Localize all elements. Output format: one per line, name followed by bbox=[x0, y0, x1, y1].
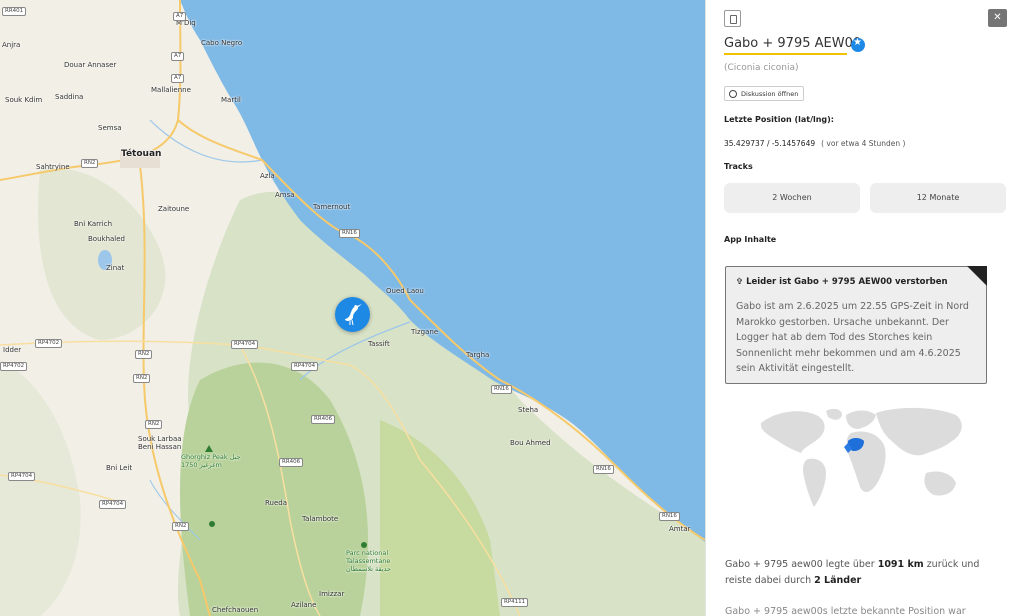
place-label: Idder bbox=[3, 346, 22, 354]
place-label: Douar Annaser bbox=[64, 61, 117, 69]
road-shield: RN2 bbox=[135, 350, 153, 359]
place-label: Bni Karrich bbox=[74, 220, 113, 228]
world-map-countries bbox=[760, 407, 962, 507]
road-shield: RN2 bbox=[133, 374, 151, 383]
park-tree-icon bbox=[209, 521, 215, 527]
app-content-heading: App Inhalte bbox=[724, 235, 777, 244]
road-shield: RP4704 bbox=[99, 500, 127, 509]
place-label: Cabo Negro bbox=[201, 39, 243, 47]
place-label: Bou Ahmed bbox=[510, 439, 551, 447]
road-shield: RR401 bbox=[2, 7, 27, 16]
road-shield: RP4704 bbox=[231, 340, 259, 349]
place-label: Sahtryine bbox=[36, 163, 70, 171]
place-label: Mallalienne bbox=[151, 86, 191, 94]
track-2-weeks-button[interactable]: 2 Wochen bbox=[724, 183, 860, 213]
place-label: Bni Leit bbox=[106, 464, 133, 472]
road-shield: RP4702 bbox=[35, 339, 63, 348]
open-discussion-label: Diskussion öffnen bbox=[741, 90, 799, 98]
road-shield: RP4704 bbox=[291, 362, 319, 371]
deceased-body: Gabo ist am 2.6.2025 um 22.55 GPS-Zeit i… bbox=[736, 301, 969, 374]
tracks-heading: Tracks bbox=[724, 162, 753, 171]
place-label: Zaitoune bbox=[158, 205, 190, 213]
track-12-months-button[interactable]: 12 Monate bbox=[870, 183, 1006, 213]
summary-prefix: Gabo + 9795 aew00 legte über bbox=[725, 559, 878, 570]
place-label: Amsa bbox=[275, 191, 295, 199]
deceased-heading: ✞ Leider ist Gabo + 9795 AEW00 verstorbe… bbox=[736, 277, 948, 287]
road-shield: A7 bbox=[171, 52, 185, 61]
road-shield: RN16 bbox=[491, 385, 512, 394]
road-shield: RN16 bbox=[339, 229, 360, 238]
copy-icon[interactable] bbox=[724, 10, 741, 27]
road-shield: RP4111 bbox=[501, 598, 529, 607]
title-highlight bbox=[724, 53, 847, 55]
map-view[interactable]: Anjra M'Diq Cabo Negro Douar Annaser Mallali… bbox=[0, 0, 705, 616]
place-label: Rueda bbox=[265, 499, 288, 507]
journey-summary: Gabo + 9795 aew00 legte über 1091 km zur… bbox=[725, 557, 995, 589]
stork-icon bbox=[345, 304, 362, 326]
road-shield: A7 bbox=[171, 74, 185, 83]
park-tree-icon bbox=[361, 542, 367, 548]
place-label: Souk Larbaa Beni Hassan bbox=[138, 435, 182, 451]
place-label: Martil bbox=[221, 96, 241, 104]
summary-distance: 1091 km bbox=[877, 559, 924, 570]
last-position-heading: Letzte Position (lat/lng): bbox=[724, 115, 835, 124]
road-shield: RR406 bbox=[279, 458, 304, 467]
place-label: Chefchaouen bbox=[212, 606, 259, 614]
animal-detail-panel: ✕ Gabo + 9795 AEW00 (Ciconia ciconia) Di… bbox=[705, 0, 1024, 616]
road-shield: RP4704 bbox=[8, 472, 36, 481]
place-label: Tizgane bbox=[411, 328, 439, 336]
place-label: Azilane bbox=[291, 601, 317, 609]
place-label: Parc national Talassemtane حديقة تلاسمطا… bbox=[346, 549, 392, 573]
coords-value: 35.429737 / -5.1457649 bbox=[724, 139, 816, 148]
deceased-notice: ✞ Leider ist Gabo + 9795 AEW00 verstorbe… bbox=[725, 266, 987, 384]
last-known-position-text: Gabo + 9795 aew00s letzte bekannte Posit… bbox=[725, 606, 966, 616]
place-label: Souk Kdim bbox=[5, 96, 43, 104]
scientific-name: (Ciconia ciconia) bbox=[724, 63, 799, 73]
place-label: Tassift bbox=[368, 340, 390, 348]
road-shield: RR406 bbox=[311, 415, 336, 424]
place-label: Amtar bbox=[669, 525, 691, 533]
place-label: Ghorghiz Peak جبل غرغيز 1750m bbox=[181, 453, 241, 469]
animal-title: Gabo + 9795 AEW00 bbox=[724, 36, 862, 51]
place-label: Azla bbox=[260, 172, 275, 180]
mourning-ribbon-icon bbox=[967, 266, 987, 286]
place-label: Oued Laou bbox=[386, 287, 424, 295]
place-label: Stehа bbox=[518, 406, 539, 414]
road-shield: RN2 bbox=[172, 522, 190, 531]
stork-location-marker[interactable] bbox=[335, 297, 370, 332]
place-label: Saddina bbox=[55, 93, 84, 101]
mountain-peak-icon bbox=[205, 445, 213, 452]
road-shield: A7 bbox=[173, 12, 187, 21]
place-label: Targha bbox=[466, 351, 490, 359]
place-label: Imizzar bbox=[319, 590, 345, 598]
place-label: Talambote bbox=[302, 515, 339, 523]
place-label: Boukhaled bbox=[88, 235, 125, 243]
road-shield: RN16 bbox=[593, 465, 614, 474]
chat-icon bbox=[729, 90, 737, 98]
place-label: Anjra bbox=[2, 41, 21, 49]
road-shield: RP4702 bbox=[0, 362, 28, 371]
place-label: Semsa bbox=[98, 124, 122, 132]
last-position-coords: 35.429737 / -5.1457649 ( vor etwa 4 Stund… bbox=[724, 139, 905, 148]
road-shield: RN2 bbox=[81, 159, 99, 168]
road-shield: RN16 bbox=[659, 512, 680, 521]
verified-star-icon bbox=[851, 37, 865, 52]
close-button[interactable]: ✕ bbox=[988, 9, 1007, 27]
place-label: Tétouan bbox=[121, 149, 162, 159]
summary-countries: 2 Länder bbox=[814, 575, 862, 586]
place-label: Tamernout bbox=[313, 203, 351, 211]
place-label: Zinat bbox=[106, 264, 125, 272]
open-discussion-button[interactable]: Diskussion öffnen bbox=[724, 86, 804, 101]
coords-relative-time: ( vor etwa 4 Stunden ) bbox=[821, 139, 906, 148]
road-shield: RN2 bbox=[145, 420, 163, 429]
